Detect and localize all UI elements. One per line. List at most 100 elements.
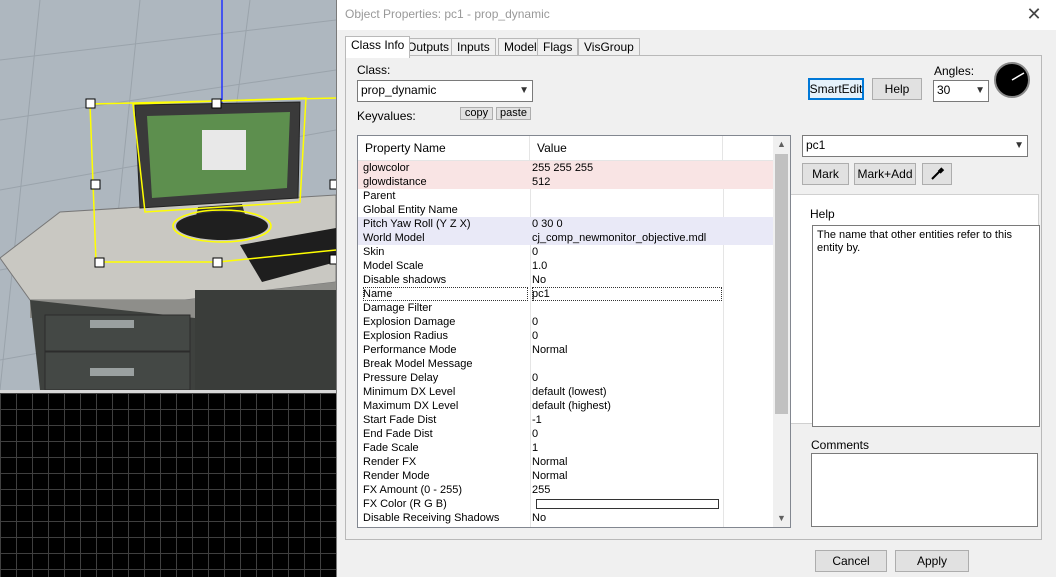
property-value-cell: 1 [532, 442, 539, 454]
keyvalues-label: Keyvalues: [357, 109, 416, 123]
table-row[interactable]: Start Fade Dist -1 [358, 413, 775, 427]
smartedit-button[interactable]: SmartEdit [808, 78, 864, 100]
comments-textarea[interactable] [811, 453, 1038, 527]
table-row[interactable]: glowdistance 512 [358, 175, 775, 189]
table-row[interactable]: World Model cj_comp_newmonitor_objective.… [358, 231, 775, 245]
property-name-cell: Pressure Delay [363, 372, 439, 384]
property-name-cell: Explosion Damage [363, 316, 456, 328]
table-row[interactable]: Pitch Yaw Roll (Y Z X) 0 30 0 [358, 217, 775, 231]
2d-grid-viewport[interactable] [0, 390, 336, 577]
property-value-cell: 512 [532, 176, 551, 188]
help-button[interactable]: Help [872, 78, 922, 100]
property-name-cell: Damage Filter [363, 302, 433, 314]
property-name-cell: FX Amount (0 - 255) [363, 484, 463, 496]
close-icon[interactable]: ✕ [1011, 0, 1056, 30]
table-row[interactable]: Disable Receiving Shadows No [358, 511, 775, 525]
property-name-cell: Pitch Yaw Roll (Y Z X) [363, 218, 471, 230]
angles-select[interactable]: 30 ▼ [933, 80, 989, 102]
property-value-cell: No [532, 274, 547, 286]
help-group: Help The name that other entities refer … [789, 194, 1040, 427]
table-row[interactable]: Maximum DX Level default (highest) [358, 399, 775, 413]
3d-viewport[interactable] [0, 0, 336, 390]
table-row[interactable]: Render FX Normal [358, 455, 775, 469]
table-row[interactable]: End Fade Dist 0 [358, 427, 775, 441]
property-grid[interactable]: Property Name Value glowcolor 255 255 255… [357, 135, 791, 528]
dialog-title: Object Properties: pc1 - prop_dynamic [345, 7, 550, 21]
property-name-cell: Explosion Radius [363, 330, 448, 342]
property-value-cell: 1.0 [532, 260, 548, 272]
property-value-cell: cj_comp_newmonitor_objective.mdl [532, 232, 707, 244]
scroll-thumb[interactable] [775, 154, 788, 414]
table-row[interactable]: Damage Filter [358, 301, 775, 315]
tab-class-info[interactable]: Class Info [345, 36, 411, 58]
title-bar[interactable]: Object Properties: pc1 - prop_dynamic ✕ [337, 0, 1056, 30]
property-value-cell: No [532, 512, 547, 524]
property-value-cell: 0 30 0 [532, 218, 563, 230]
column-header-value[interactable]: Value [530, 136, 723, 161]
angle-dial-needle-icon [1011, 72, 1025, 81]
property-value-cell: 0 [532, 316, 539, 328]
value-combo[interactable]: pc1 ▼ [802, 135, 1028, 157]
paste-button[interactable]: paste [496, 107, 531, 120]
property-name-cell: Break Model Message [363, 358, 473, 370]
mark-add-button[interactable]: Mark+Add [854, 163, 916, 185]
property-value-cell: 255 255 255 [532, 162, 594, 174]
copy-button[interactable]: copy [460, 107, 493, 120]
property-name-cell: End Fade Dist [363, 428, 433, 440]
table-row[interactable]: Render Mode Normal [358, 469, 775, 483]
table-row[interactable]: Skin 0 [358, 245, 775, 259]
color-swatch[interactable] [536, 499, 719, 509]
angle-dial[interactable] [994, 62, 1030, 98]
table-row[interactable]: Explosion Damage 0 [358, 315, 775, 329]
class-select-value: prop_dynamic [361, 83, 437, 97]
property-value-cell: default (highest) [532, 400, 611, 412]
table-row[interactable]: Parent [358, 189, 775, 203]
grid-rows: glowcolor 255 255 255 glowdistance 512 Paren… [358, 161, 775, 525]
property-name-cell: glowcolor [363, 162, 410, 174]
property-name-cell: Maximum DX Level [363, 400, 459, 412]
property-name-cell: Disable shadows [363, 274, 447, 286]
3d-scene [0, 0, 336, 390]
grid-header: Property Name Value [358, 136, 775, 161]
help-text: The name that other entities refer to th… [812, 225, 1040, 427]
cancel-button[interactable]: Cancel [815, 550, 887, 572]
apply-button[interactable]: Apply [895, 550, 969, 572]
table-row[interactable]: Name pc1 [358, 287, 775, 301]
property-name-cell: Minimum DX Level [363, 386, 456, 398]
comments-label: Comments [811, 438, 870, 452]
property-value-cell: pc1 [532, 287, 722, 301]
value-combo-text: pc1 [806, 138, 826, 152]
class-select[interactable]: prop_dynamic ▼ [357, 80, 533, 102]
property-value-cell: 0 [532, 330, 539, 342]
table-row[interactable]: FX Color (R G B) [358, 497, 775, 511]
grid-scrollbar[interactable]: ▲ ▼ [773, 136, 790, 527]
property-name-cell: Performance Mode [363, 344, 457, 356]
table-row[interactable]: Break Model Message [358, 357, 775, 371]
table-row[interactable]: FX Amount (0 - 255) 255 [358, 483, 775, 497]
table-row[interactable]: Global Entity Name [358, 203, 775, 217]
scroll-down-icon[interactable]: ▼ [773, 510, 790, 527]
table-row[interactable]: Explosion Radius 0 [358, 329, 775, 343]
property-name-cell: Name [363, 287, 528, 301]
property-name-cell: Disable Receiving Shadows [363, 512, 500, 524]
property-value-cell: default (lowest) [532, 386, 607, 398]
table-row[interactable]: Fade Scale 1 [358, 441, 775, 455]
chevron-down-icon: ▼ [975, 85, 985, 96]
eyedropper-button[interactable] [922, 163, 952, 185]
table-row[interactable]: Pressure Delay 0 [358, 371, 775, 385]
eyedropper-icon [931, 167, 945, 180]
mark-button[interactable]: Mark [802, 163, 849, 185]
table-row[interactable]: Disable shadows No [358, 273, 775, 287]
property-name-cell: FX Color (R G B) [363, 498, 447, 510]
column-header-property[interactable]: Property Name [358, 136, 530, 161]
property-name-cell: Skin [363, 246, 385, 258]
property-value-cell: Normal [532, 470, 568, 482]
table-row[interactable]: glowcolor 255 255 255 [358, 161, 775, 175]
chevron-down-icon: ▼ [519, 85, 529, 96]
table-row[interactable]: Minimum DX Level default (lowest) [358, 385, 775, 399]
property-value-cell: 0 [532, 246, 539, 258]
table-row[interactable]: Performance Mode Normal [358, 343, 775, 357]
table-row[interactable]: Model Scale 1.0 [358, 259, 775, 273]
property-name-cell: Start Fade Dist [363, 414, 437, 426]
scroll-up-icon[interactable]: ▲ [773, 136, 790, 153]
